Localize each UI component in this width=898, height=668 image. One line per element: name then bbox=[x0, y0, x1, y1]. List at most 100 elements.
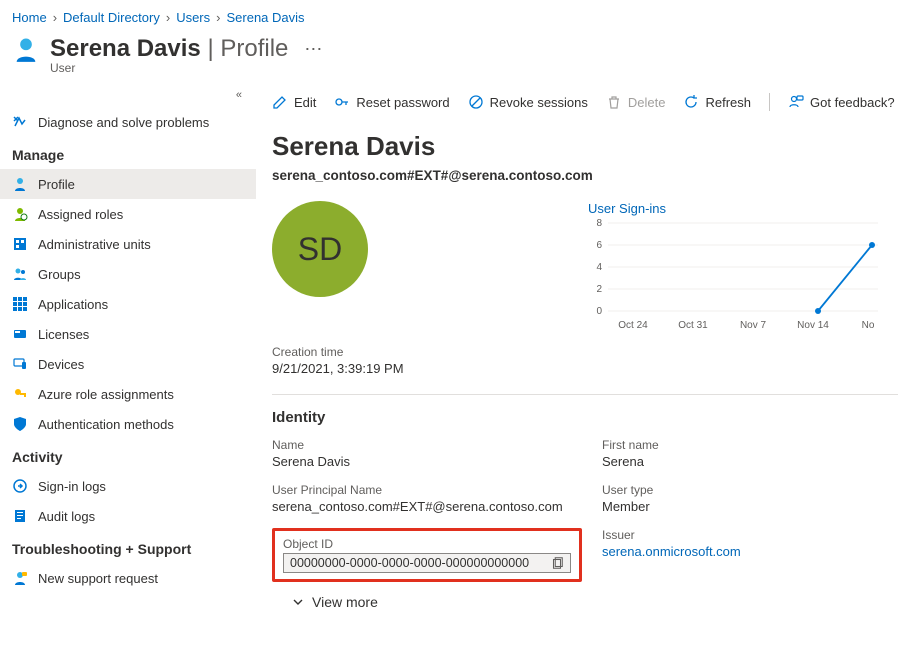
key-icon bbox=[12, 386, 28, 402]
sidebar-item-label: Authentication methods bbox=[38, 417, 174, 432]
sidebar-item-label: Administrative units bbox=[38, 237, 151, 252]
collapse-sidebar-button[interactable]: « bbox=[0, 85, 256, 107]
sidebar-group-activity: Activity bbox=[0, 439, 256, 471]
svg-text:8: 8 bbox=[596, 218, 602, 229]
sidebar-item-label: Azure role assignments bbox=[38, 387, 174, 402]
refresh-button[interactable]: Refresh bbox=[683, 94, 751, 110]
edit-icon bbox=[272, 94, 288, 110]
breadcrumb-users[interactable]: Users bbox=[176, 10, 210, 25]
sidebar-item-label: Applications bbox=[38, 297, 108, 312]
field-label: First name bbox=[602, 438, 898, 452]
svg-text:0: 0 bbox=[596, 306, 602, 317]
sidebar-item-diagnose[interactable]: Diagnose and solve problems bbox=[0, 107, 256, 137]
issuer-link[interactable]: serena.onmicrosoft.com bbox=[602, 544, 741, 559]
sidebar-item-label: Diagnose and solve problems bbox=[38, 115, 209, 130]
diagnose-icon bbox=[12, 114, 28, 130]
entity-type-label: User bbox=[0, 61, 898, 75]
revoke-icon bbox=[468, 94, 484, 110]
key-icon bbox=[334, 94, 350, 110]
more-actions-button[interactable]: ⋯ bbox=[298, 39, 328, 60]
object-id-input[interactable] bbox=[290, 556, 544, 570]
toolbar-label: Got feedback? bbox=[810, 95, 895, 110]
toolbar-label: Refresh bbox=[705, 95, 751, 110]
field-value: Member bbox=[602, 499, 898, 514]
sidebar-item-applications[interactable]: Applications bbox=[0, 289, 256, 319]
edit-button[interactable]: Edit bbox=[272, 94, 316, 110]
svg-text:Nov 14: Nov 14 bbox=[797, 320, 829, 331]
sidebar-item-label: Assigned roles bbox=[38, 207, 123, 222]
profile-upn: serena_contoso.com#EXT#@serena.contoso.c… bbox=[272, 168, 898, 183]
sidebar-item-label: Audit logs bbox=[38, 509, 95, 524]
sidebar-item-label: New support request bbox=[38, 571, 158, 586]
feedback-icon bbox=[788, 94, 804, 110]
creation-time-value: 9/21/2021, 3:39:19 PM bbox=[272, 361, 898, 376]
field-name: Name Serena Davis bbox=[272, 438, 582, 469]
devices-icon bbox=[12, 356, 28, 372]
section-divider bbox=[272, 394, 898, 395]
groups-icon bbox=[12, 266, 28, 282]
chevron-right-icon: › bbox=[53, 10, 57, 25]
sidebar-item-support-request[interactable]: New support request bbox=[0, 563, 256, 593]
audit-icon bbox=[12, 508, 28, 524]
delete-icon bbox=[606, 94, 622, 110]
toolbar-label: Delete bbox=[628, 95, 666, 110]
refresh-icon bbox=[683, 94, 699, 110]
field-label: User type bbox=[602, 483, 898, 497]
field-label: Issuer bbox=[602, 528, 898, 542]
svg-text:Oct 31: Oct 31 bbox=[678, 320, 708, 331]
sidebar: « Diagnose and solve problems Manage Pro… bbox=[0, 85, 260, 610]
reset-password-button[interactable]: Reset password bbox=[334, 94, 449, 110]
sidebar-item-label: Profile bbox=[38, 177, 75, 192]
toolbar-label: Edit bbox=[294, 95, 316, 110]
sidebar-item-auth-methods[interactable]: Authentication methods bbox=[0, 409, 256, 439]
sidebar-item-assigned-roles[interactable]: Assigned roles bbox=[0, 199, 256, 229]
svg-text:4: 4 bbox=[596, 262, 602, 273]
sidebar-item-label: Devices bbox=[38, 357, 84, 372]
page-subtitle: Profile bbox=[220, 35, 288, 62]
breadcrumb-current[interactable]: Serena Davis bbox=[226, 10, 304, 25]
breadcrumb: Home › Default Directory › Users › Seren… bbox=[0, 0, 898, 31]
signins-chart: 8 6 4 2 0 bbox=[588, 216, 898, 331]
user-icon bbox=[12, 35, 40, 63]
view-more-button[interactable]: View more bbox=[272, 594, 898, 610]
sidebar-item-admin-units[interactable]: Administrative units bbox=[0, 229, 256, 259]
field-label: Object ID bbox=[283, 537, 571, 551]
field-label: Name bbox=[272, 438, 582, 452]
signin-icon bbox=[12, 478, 28, 494]
svg-text:2: 2 bbox=[596, 284, 602, 295]
feedback-button[interactable]: Got feedback? bbox=[788, 94, 895, 110]
blade-header: Serena Davis | Profile ⋯ bbox=[0, 31, 898, 63]
revoke-sessions-button[interactable]: Revoke sessions bbox=[468, 94, 588, 110]
svg-text:Oct 24: Oct 24 bbox=[618, 320, 648, 331]
sidebar-item-profile[interactable]: Profile bbox=[0, 169, 256, 199]
apps-icon bbox=[12, 296, 28, 312]
sidebar-item-azure-roles[interactable]: Azure role assignments bbox=[0, 379, 256, 409]
sidebar-item-label: Groups bbox=[38, 267, 81, 282]
field-value: Serena bbox=[602, 454, 898, 469]
copy-icon[interactable] bbox=[550, 556, 564, 570]
toolbar: Edit Reset password Revoke sessions Dele… bbox=[272, 85, 898, 121]
view-more-label: View more bbox=[312, 594, 378, 610]
licenses-icon bbox=[12, 326, 28, 342]
avatar: SD bbox=[272, 201, 368, 297]
field-first-name: First name Serena bbox=[602, 438, 898, 469]
toolbar-divider bbox=[769, 93, 770, 111]
breadcrumb-home[interactable]: Home bbox=[12, 10, 47, 25]
chevron-right-icon: › bbox=[216, 10, 220, 25]
field-issuer: Issuer serena.onmicrosoft.com bbox=[602, 528, 898, 582]
admin-units-icon bbox=[12, 236, 28, 252]
signins-chart-link[interactable]: User Sign-ins bbox=[588, 201, 666, 216]
sidebar-item-groups[interactable]: Groups bbox=[0, 259, 256, 289]
sidebar-item-signin-logs[interactable]: Sign-in logs bbox=[0, 471, 256, 501]
field-value: Serena Davis bbox=[272, 454, 582, 469]
field-object-id-highlighted: Object ID bbox=[272, 528, 582, 582]
svg-text:No: No bbox=[862, 320, 875, 331]
sidebar-item-devices[interactable]: Devices bbox=[0, 349, 256, 379]
toolbar-label: Revoke sessions bbox=[490, 95, 588, 110]
sidebar-item-audit-logs[interactable]: Audit logs bbox=[0, 501, 256, 531]
page-title: Serena Davis bbox=[50, 35, 201, 62]
sidebar-group-manage: Manage bbox=[0, 137, 256, 169]
sidebar-item-licenses[interactable]: Licenses bbox=[0, 319, 256, 349]
breadcrumb-directory[interactable]: Default Directory bbox=[63, 10, 160, 25]
main-content: Edit Reset password Revoke sessions Dele… bbox=[260, 85, 898, 610]
